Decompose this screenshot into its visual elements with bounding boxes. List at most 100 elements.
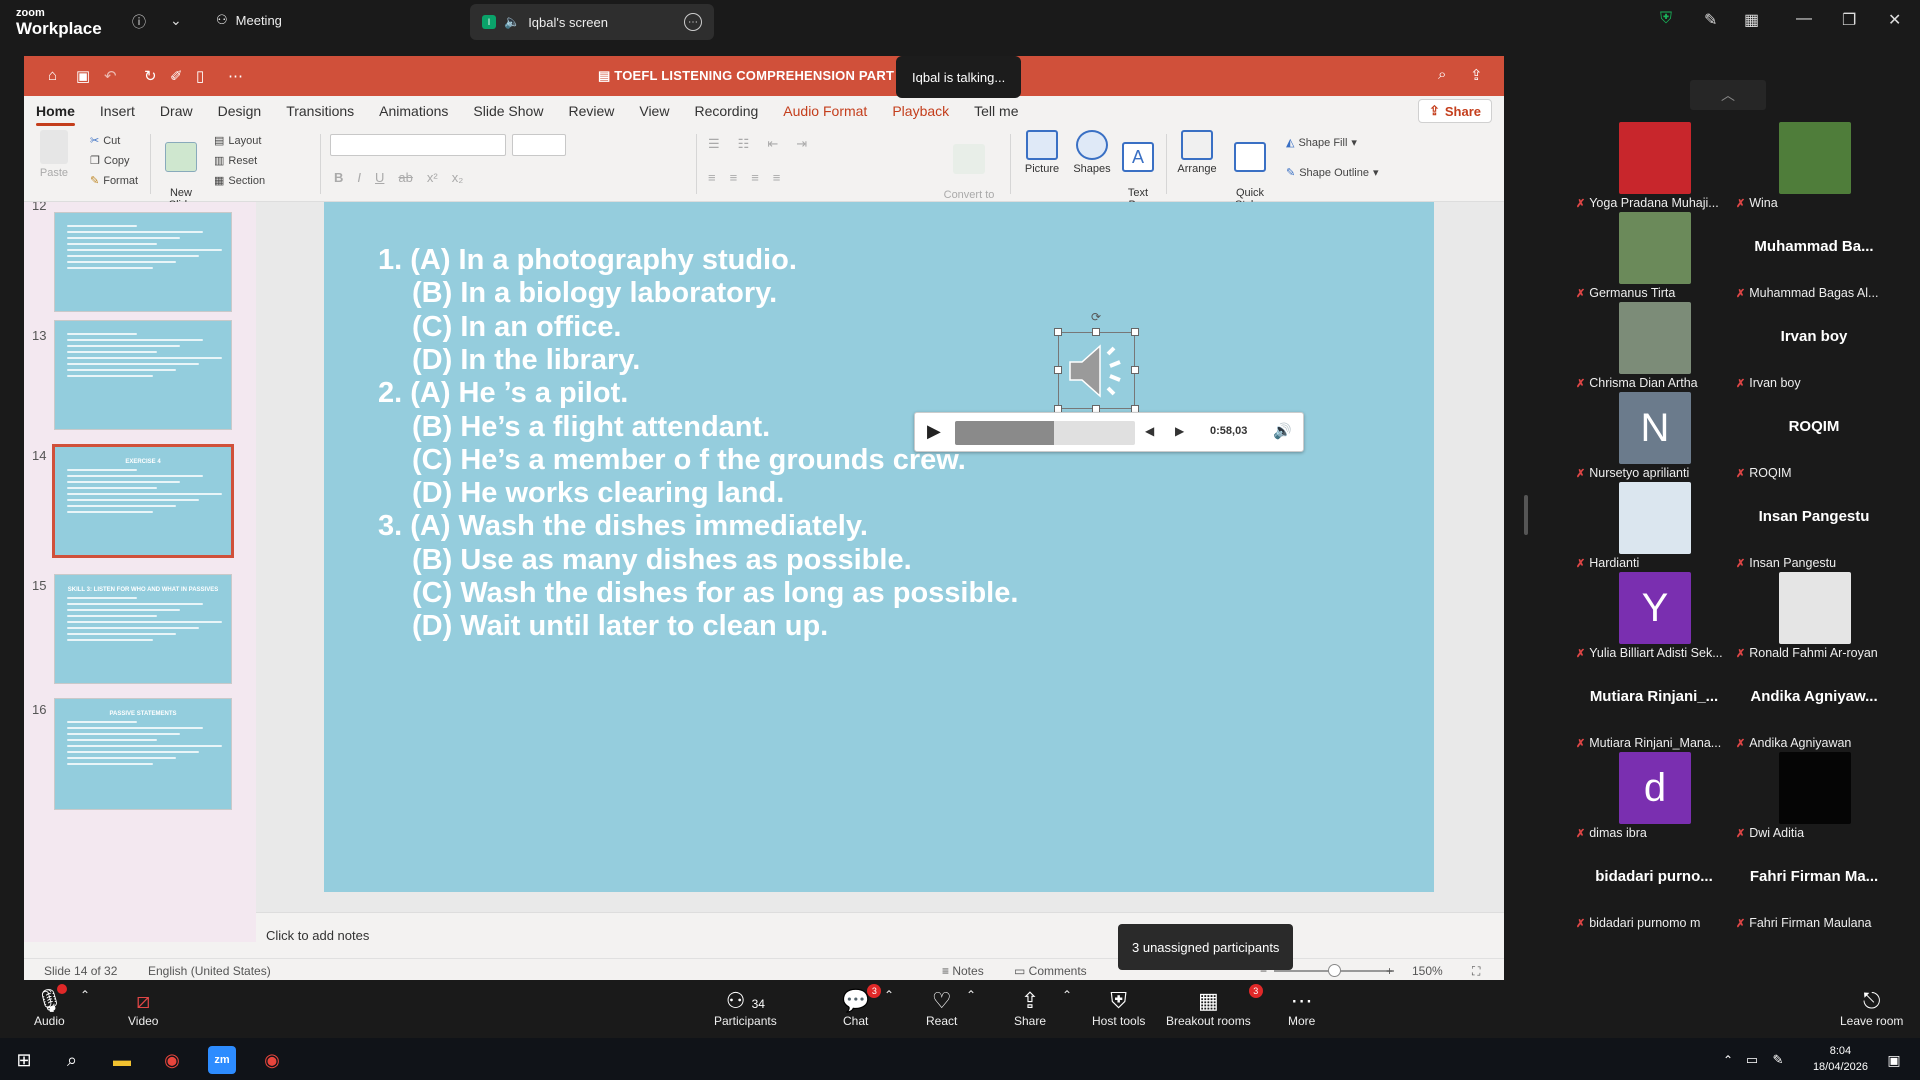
- reset-button[interactable]: ▥ Reset: [214, 154, 257, 168]
- indent-icon[interactable]: ⇤: [767, 136, 778, 152]
- network-icon[interactable]: ▭: [1738, 1046, 1766, 1074]
- search-icon[interactable]: ⌕: [1438, 66, 1446, 83]
- participant-tile[interactable]: ✗ Wina: [1734, 122, 1894, 210]
- numbering-icon[interactable]: ☷: [738, 136, 750, 152]
- justify-icon[interactable]: ≡: [773, 170, 781, 185]
- chevron-up-icon[interactable]: ⌃: [1062, 988, 1072, 1002]
- bold-icon[interactable]: B: [334, 170, 343, 185]
- resize-handle[interactable]: [1092, 328, 1100, 336]
- zoom-app-icon[interactable]: zm: [208, 1046, 236, 1074]
- font-size-select[interactable]: [512, 134, 566, 156]
- breakout-rooms-button[interactable]: ▦ 3 Breakout rooms: [1166, 984, 1263, 1028]
- participant-tile[interactable]: d ✗ dimas ibra: [1574, 752, 1734, 840]
- participant-tile[interactable]: ✗ Hardianti: [1574, 482, 1734, 570]
- arrange-button[interactable]: Arrange: [1174, 130, 1220, 175]
- participant-tile[interactable]: ✗ Yoga Pradana Muhaji...: [1574, 122, 1734, 210]
- chevron-down-icon[interactable]: ⌄: [170, 12, 182, 29]
- participant-tile[interactable]: bidadari purno... ✗ bidadari purnomo m: [1574, 842, 1734, 930]
- participant-tile[interactable]: ✗ Chrisma Dian Artha: [1574, 302, 1734, 390]
- picture-button[interactable]: Picture: [1020, 130, 1064, 175]
- participant-tile[interactable]: ✗ Ronald Fahmi Ar-royan: [1734, 572, 1894, 660]
- participant-tile[interactable]: Insan Pangestu ✗ Insan Pangestu: [1734, 482, 1894, 570]
- format-painter-button[interactable]: ✎ Format: [90, 174, 138, 188]
- strike-icon[interactable]: ab: [398, 170, 412, 185]
- skip-forward-icon[interactable]: ▶: [1175, 424, 1184, 438]
- comments-button[interactable]: ▭ Comments: [1014, 964, 1087, 978]
- current-slide[interactable]: 1. (A) In a photography studio. (B) In a …: [324, 202, 1434, 892]
- resize-handle[interactable]: [1131, 328, 1139, 336]
- resize-grip[interactable]: [1524, 495, 1528, 535]
- ribbon-tab[interactable]: Slide Show: [473, 103, 543, 119]
- resize-handle[interactable]: [1054, 328, 1062, 336]
- play-icon[interactable]: ▶: [927, 421, 941, 442]
- slide-thumbnail[interactable]: EXERCISE 4: [52, 444, 234, 558]
- shape-fill-button[interactable]: ◭ Shape Fill ▾: [1286, 136, 1357, 150]
- participant-tile[interactable]: ✗ Germanus Tirta: [1574, 212, 1734, 300]
- align-left-icon[interactable]: ≡: [708, 170, 716, 185]
- chevron-up-icon[interactable]: ⌃: [80, 988, 90, 1002]
- fit-slide-icon[interactable]: ⛶: [1472, 964, 1480, 979]
- slide-thumbnails-pane[interactable]: 12 13 14 EXERCISE 4 15 SKILL 3: LISTEN FOR WH…: [24, 202, 256, 942]
- ribbon-tab[interactable]: Audio Format: [783, 103, 867, 119]
- pen-icon[interactable]: ✎: [1764, 1046, 1792, 1074]
- section-button[interactable]: ▦ Section: [214, 174, 265, 188]
- audio-object[interactable]: ⟳: [1054, 310, 1139, 413]
- ppt-share-button[interactable]: ⇪ Share: [1417, 99, 1492, 123]
- underline-icon[interactable]: U: [375, 170, 384, 185]
- slide-thumbnail[interactable]: SKILL 3: LISTEN FOR WHO AND WHAT IN PASS…: [54, 574, 232, 684]
- ribbon-tab[interactable]: Playback: [892, 103, 949, 119]
- skip-back-icon[interactable]: ◀: [1145, 424, 1154, 438]
- undo-icon[interactable]: ↶: [104, 67, 117, 85]
- zoom-slider-thumb[interactable]: [1328, 964, 1341, 977]
- volume-icon[interactable]: 🔊: [1273, 422, 1292, 440]
- ribbon-tab[interactable]: Review: [568, 103, 614, 119]
- zoom-level[interactable]: 150%: [1412, 964, 1443, 978]
- rotate-handle-icon[interactable]: ⟳: [1091, 310, 1101, 324]
- shared-screen-tab[interactable]: I 🔈 Iqbal's screen ⋯: [470, 4, 714, 40]
- audio-player[interactable]: ▶ ◀ ▶ 0:58,03 🔊: [914, 412, 1304, 452]
- superscript-icon[interactable]: x²: [427, 170, 438, 185]
- new-doc-icon[interactable]: ▯: [196, 67, 204, 85]
- align-buttons[interactable]: ≡ ≡ ≡ ≡: [708, 170, 780, 185]
- save-icon[interactable]: ▣: [76, 67, 90, 85]
- shape-outline-button[interactable]: ✎ Shape Outline ▾: [1286, 166, 1378, 180]
- chevron-up-icon[interactable]: ︿: [1690, 80, 1766, 110]
- paste-button[interactable]: Paste: [34, 130, 74, 179]
- layout-button[interactable]: ▤ Layout: [214, 134, 261, 148]
- chevron-up-icon[interactable]: ⌃: [884, 988, 894, 1002]
- subscript-icon[interactable]: x₂: [452, 170, 464, 185]
- ribbon-tab[interactable]: Transitions: [286, 103, 354, 119]
- tell-me-search[interactable]: Tell me: [974, 103, 1018, 119]
- participant-tile[interactable]: ✗ Dwi Aditia: [1734, 752, 1894, 840]
- participant-tile[interactable]: Andika Agniyaw... ✗ Andika Agniyawan: [1734, 662, 1894, 750]
- clock[interactable]: 8:04 18/04/2026: [1813, 1043, 1868, 1075]
- participant-tile[interactable]: Mutiara Rinjani_... ✗ Mutiara Rinjani_Mana…: [1574, 662, 1734, 750]
- ribbon-tab[interactable]: Home: [36, 103, 75, 126]
- windows-start-icon[interactable]: ⊞: [10, 1046, 38, 1074]
- shield-check-icon[interactable]: ⛨: [1660, 10, 1672, 28]
- font-family-select[interactable]: [330, 134, 506, 156]
- design-icon[interactable]: ✐: [170, 67, 183, 85]
- notes-button[interactable]: ≡ Notes: [942, 964, 984, 978]
- align-center-icon[interactable]: ≡: [730, 170, 738, 185]
- meeting-tab[interactable]: ⚇ Meeting: [216, 12, 282, 28]
- bullets-icon[interactable]: ☰: [708, 136, 720, 152]
- close-icon[interactable]: ✕: [1888, 10, 1901, 30]
- audio-button[interactable]: 🎙 Audio: [34, 984, 67, 1028]
- notifications-icon[interactable]: ▣: [1880, 1046, 1908, 1074]
- participant-tile[interactable]: Muhammad Ba... ✗ Muhammad Bagas Al...: [1734, 212, 1894, 300]
- video-button[interactable]: ⧄ Video: [128, 988, 158, 1028]
- maximize-icon[interactable]: ❐: [1842, 10, 1856, 30]
- participants-button[interactable]: ⚇ 34 Participants: [714, 988, 777, 1028]
- cut-button[interactable]: ✂ Cut: [90, 134, 120, 148]
- slide-thumbnail[interactable]: [54, 320, 232, 430]
- participant-tile[interactable]: Irvan boy ✗ Irvan boy: [1734, 302, 1894, 390]
- ribbon-tab[interactable]: View: [639, 103, 669, 119]
- slide-thumbnail[interactable]: PASSIVE STATEMENTS: [54, 698, 232, 810]
- more-button[interactable]: ⋯ More: [1288, 988, 1315, 1028]
- redo-icon[interactable]: ↻: [144, 67, 157, 85]
- list-buttons[interactable]: ☰ ☷ ⇤ ⇥: [708, 136, 807, 152]
- more-icon[interactable]: ⋯: [228, 67, 243, 85]
- chrome-icon[interactable]: ◉: [258, 1046, 286, 1074]
- info-icon[interactable]: ⓘ: [132, 12, 146, 32]
